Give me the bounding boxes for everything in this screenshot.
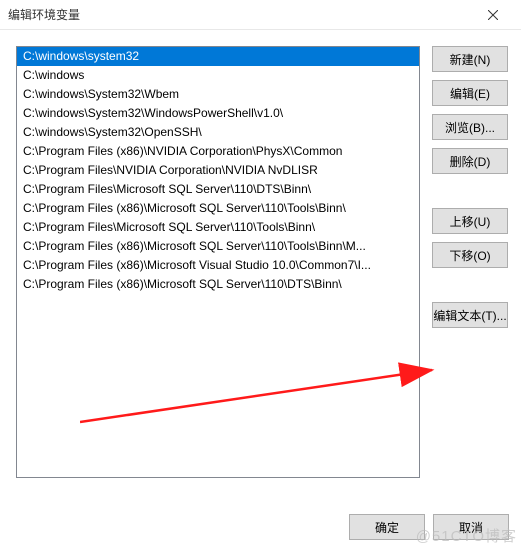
browse-button[interactable]: 浏览(B)... bbox=[432, 114, 508, 140]
edittext-button[interactable]: 编辑文本(T)... bbox=[432, 302, 508, 328]
ok-button[interactable]: 确定 bbox=[349, 514, 425, 540]
delete-button[interactable]: 删除(D) bbox=[432, 148, 508, 174]
path-row[interactable]: C:\Program Files (x86)\Microsoft SQL Ser… bbox=[17, 199, 419, 218]
path-row[interactable]: C:\Program Files\Microsoft SQL Server\11… bbox=[17, 218, 419, 237]
moveup-button[interactable]: 上移(U) bbox=[432, 208, 508, 234]
edit-button[interactable]: 编辑(E) bbox=[432, 80, 508, 106]
path-row[interactable]: C:\Program Files (x86)\Microsoft Visual … bbox=[17, 256, 419, 275]
path-row[interactable]: C:\windows\System32\OpenSSH\ bbox=[17, 123, 419, 142]
path-row[interactable]: C:\Program Files\NVIDIA Corporation\NVID… bbox=[17, 161, 419, 180]
titlebar: 编辑环境变量 bbox=[0, 0, 521, 30]
button-column: 新建(N) 编辑(E) 浏览(B)... 删除(D) 上移(U) 下移(O) 编… bbox=[432, 46, 508, 478]
path-listbox[interactable]: C:\windows\system32C:\windowsC:\windows\… bbox=[16, 46, 420, 478]
dialog-content: C:\windows\system32C:\windowsC:\windows\… bbox=[0, 30, 521, 478]
path-row[interactable]: C:\windows\system32 bbox=[17, 47, 419, 66]
path-row[interactable]: C:\Program Files (x86)\Microsoft SQL Ser… bbox=[17, 275, 419, 294]
watermark: @51CTO博客 bbox=[416, 525, 517, 546]
new-button[interactable]: 新建(N) bbox=[432, 46, 508, 72]
path-row[interactable]: C:\Program Files (x86)\Microsoft SQL Ser… bbox=[17, 237, 419, 256]
path-row[interactable]: C:\Program Files\Microsoft SQL Server\11… bbox=[17, 180, 419, 199]
path-row[interactable]: C:\windows bbox=[17, 66, 419, 85]
close-icon bbox=[488, 10, 498, 20]
path-row[interactable]: C:\windows\System32\Wbem bbox=[17, 85, 419, 104]
window-title: 编辑环境变量 bbox=[8, 6, 473, 23]
close-button[interactable] bbox=[473, 0, 513, 30]
movedown-button[interactable]: 下移(O) bbox=[432, 242, 508, 268]
path-row[interactable]: C:\Program Files (x86)\NVIDIA Corporatio… bbox=[17, 142, 419, 161]
path-row[interactable]: C:\windows\System32\WindowsPowerShell\v1… bbox=[17, 104, 419, 123]
